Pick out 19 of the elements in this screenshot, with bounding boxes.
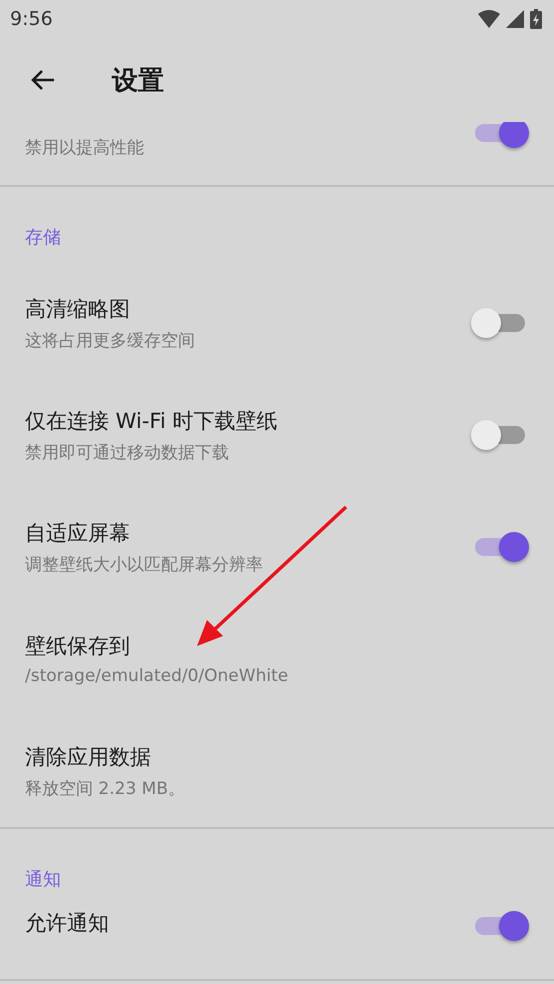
setting-subtitle: 这将占用更多缓存空间 — [25, 330, 195, 352]
setting-subtitle: /storage/emulated/0/OneWhite — [25, 666, 288, 686]
setting-title[interactable]: 壁纸保存到 — [25, 632, 288, 660]
section-header: 通知 — [24, 868, 62, 892]
setting-title[interactable]: 仅在连接 Wi-Fi 时下载壁纸 — [25, 406, 278, 434]
setting-title[interactable]: 自适应屏幕 — [25, 518, 263, 546]
signal-icon — [506, 10, 524, 28]
status-time: 9:56 — [10, 8, 53, 30]
setting-subtitle: 释放空间 2.23 MB。 — [25, 778, 185, 800]
setting-title[interactable]: 高清缩略图 — [25, 294, 195, 322]
setting-subtitle: 禁用即可通过移动数据下载 — [25, 442, 230, 464]
setting-title[interactable]: 清除应用数据 — [25, 742, 185, 770]
setting-subtitle: 调整壁纸大小以匹配屏幕分辨率 — [25, 554, 263, 576]
setting-subtitle: 禁用以提高性能 — [25, 137, 144, 159]
section-header: 存储 — [24, 226, 62, 250]
wifi-icon — [478, 10, 500, 28]
battery-icon — [530, 9, 542, 29]
setting-title[interactable]: 允许通知 — [25, 909, 109, 937]
page-title: 设置 — [112, 64, 164, 98]
